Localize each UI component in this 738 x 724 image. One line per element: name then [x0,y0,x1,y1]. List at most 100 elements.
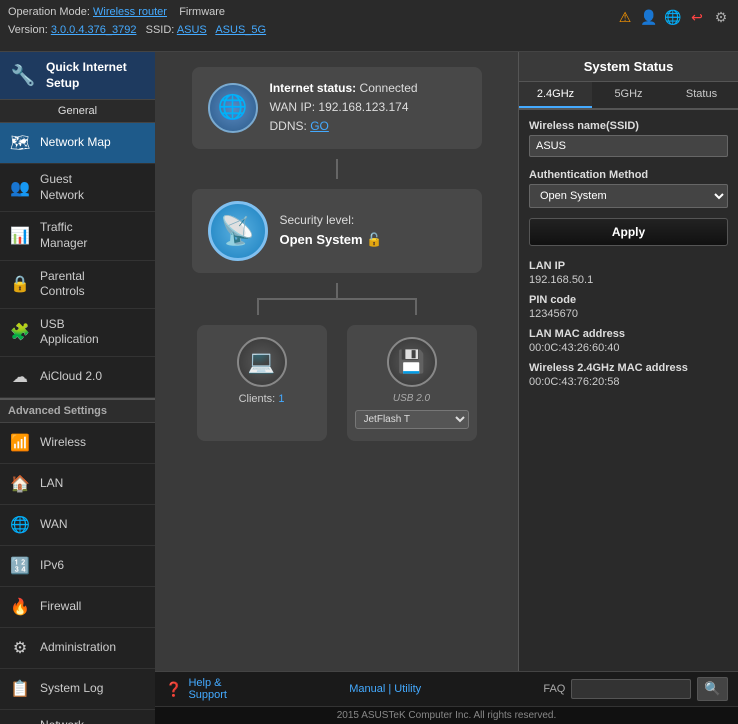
sidebar-item-quick-setup[interactable]: 🔧 Quick InternetSetup [0,52,155,100]
copyright-bar: 2015 ASUSTeK Computer Inc. All rights re… [155,706,738,724]
administration-label: Administration [40,640,116,656]
usb-application-label: USBApplication [40,317,99,348]
security-label: Security level: [280,211,383,230]
sidebar-item-traffic-manager[interactable]: 📊 TrafficManager [0,212,155,260]
client-count: 1 [278,393,284,405]
top-bar-icons: ⚠ 👤 🌐 ↩ ⚙ [616,8,730,26]
faq-search: FAQ 🔍 [543,677,728,701]
ddns-link[interactable]: GO [310,119,329,133]
version-value: 3.0.0.4.376_3792 [51,24,137,36]
network-area: 🌐 Internet status: Connected WAN IP: 192… [155,52,738,671]
sidebar-item-firewall[interactable]: 🔥 Firewall [0,587,155,628]
router-box: 📡 Security level: Open System 🔓 [192,189,482,273]
help-support: ❓ Help & Support [165,677,227,701]
settings-icon[interactable]: ⚙ [712,8,730,26]
ssid-value: ASUS [177,24,207,36]
help-icon: ❓ [165,681,182,698]
firmware-label: Firmware [179,6,225,18]
guest-network-label: GuestNetwork [40,172,84,203]
sidebar-item-lan[interactable]: 🏠 LAN [0,464,155,505]
connector-top [336,159,338,179]
ss-tab-2g[interactable]: 2.4GHz [519,82,592,108]
client-icon: 💻 [237,337,287,387]
search-button[interactable]: 🔍 [697,677,728,701]
top-bar: Operation Mode: Wireless router Firmware… [0,0,738,52]
wireless-mac-label: Wireless 2.4GHz MAC address [529,362,728,374]
ssid-input[interactable] [529,135,728,157]
sidebar-item-administration[interactable]: ⚙ Administration [0,628,155,669]
utility-link[interactable]: Utility [394,683,421,695]
manual-link[interactable]: Manual [349,683,385,695]
internet-status-label: Internet status: [270,81,357,95]
bottom-bar: ❓ Help & Support Manual | Utility FAQ 🔍 [155,671,738,706]
ss-tab-status[interactable]: Status [665,82,738,108]
usb-icon: 💾 [387,337,437,387]
sidebar-item-aicloud[interactable]: ☁ AiCloud 2.0 [0,357,155,398]
sidebar-item-guest-network[interactable]: 👥 GuestNetwork [0,164,155,212]
sidebar-item-parental-controls[interactable]: 🔒 ParentalControls [0,261,155,309]
operation-mode-label: Operation Mode: [8,6,90,18]
wireless-icon: 📶 [8,431,32,455]
sidebar-item-system-log[interactable]: 📋 System Log [0,669,155,710]
wireless-label: Wireless [40,435,86,451]
usb-device-select[interactable]: JetFlash T [355,410,469,429]
ssid-label: SSID: [146,24,175,36]
internet-status-value: Connected [360,81,418,95]
lan-mac-value: 00:0C:43:26:60:40 [529,342,728,354]
network-map-label: Network Map [40,135,111,151]
usb-box: 💾 USB 2.0 JetFlash T [347,325,477,441]
user-icon[interactable]: 👤 [640,8,658,26]
faq-input[interactable] [571,679,691,699]
usb-application-icon: 🧩 [8,320,32,344]
copyright-text: 2015 ASUSTeK Computer Inc. All rights re… [337,710,557,721]
client-label-text: Clients: [239,393,276,405]
notification-icon[interactable]: ⚠ [616,8,634,26]
wan-ip-label: WAN IP: [270,100,316,114]
firewall-label: Firewall [40,599,81,615]
network-diagram: 🌐 Internet status: Connected WAN IP: 192… [155,52,518,671]
sidebar: 🔧 Quick InternetSetup General 🗺 Network … [0,52,155,724]
lan-icon: 🏠 [8,472,32,496]
sidebar-item-wan[interactable]: 🌐 WAN [0,505,155,546]
quick-setup-label: Quick InternetSetup [46,60,127,91]
network-map-icon: 🗺 [8,131,32,155]
internet-info: Internet status: Connected WAN IP: 192.1… [270,79,418,137]
lan-label: LAN [40,476,63,492]
lan-ip-label: LAN IP [529,260,728,272]
wan-icon: 🌐 [8,513,32,537]
firewall-icon: 🔥 [8,595,32,619]
auth-field-label: Authentication Method [529,169,728,181]
power-icon[interactable]: ↩ [688,8,706,26]
ipv6-icon: 🔢 [8,554,32,578]
ss-tabs: 2.4GHz 5GHz Status [519,82,738,110]
router-icon: 📡 [208,201,268,261]
ipv6-label: IPv6 [40,558,64,574]
version-label: Version: [8,24,48,36]
lan-ip-value: 192.168.50.1 [529,274,728,286]
apply-button[interactable]: Apply [529,218,728,246]
sidebar-item-usb-application[interactable]: 🧩 USBApplication [0,309,155,357]
client-label: Clients: 1 [239,393,285,405]
ss-tab-5g[interactable]: 5GHz [592,82,665,108]
wan-ip-value: 192.168.123.174 [318,100,408,114]
system-status-panel: System Status 2.4GHz 5GHz Status Wireles… [518,52,738,671]
system-status-title: System Status [519,52,738,82]
advanced-settings-header: Advanced Settings [0,398,155,423]
sidebar-item-ipv6[interactable]: 🔢 IPv6 [0,546,155,587]
wan-label: WAN [40,517,68,533]
ss-body: Wireless name(SSID) Authentication Metho… [519,110,738,671]
traffic-manager-icon: 📊 [8,224,32,248]
faq-label: FAQ [543,683,565,695]
network-icon[interactable]: 🌐 [664,8,682,26]
aicloud-icon: ☁ [8,365,32,389]
quick-setup-icon: 🔧 [8,63,38,88]
sidebar-item-wireless[interactable]: 📶 Wireless [0,423,155,464]
security-icon: 🔓 [366,232,382,247]
sidebar-item-network-map[interactable]: 🗺 Network Map [0,123,155,164]
help-label[interactable]: Help & Support [188,677,227,701]
client-box: 💻 Clients: 1 [197,325,327,441]
system-log-icon: 📋 [8,677,32,701]
auth-select[interactable]: Open System WPA2-Personal WPA-Auto-Perso… [529,184,728,208]
pin-label: PIN code [529,294,728,306]
sidebar-item-network-tools[interactable]: 🔧 NetworkTools [0,710,155,724]
